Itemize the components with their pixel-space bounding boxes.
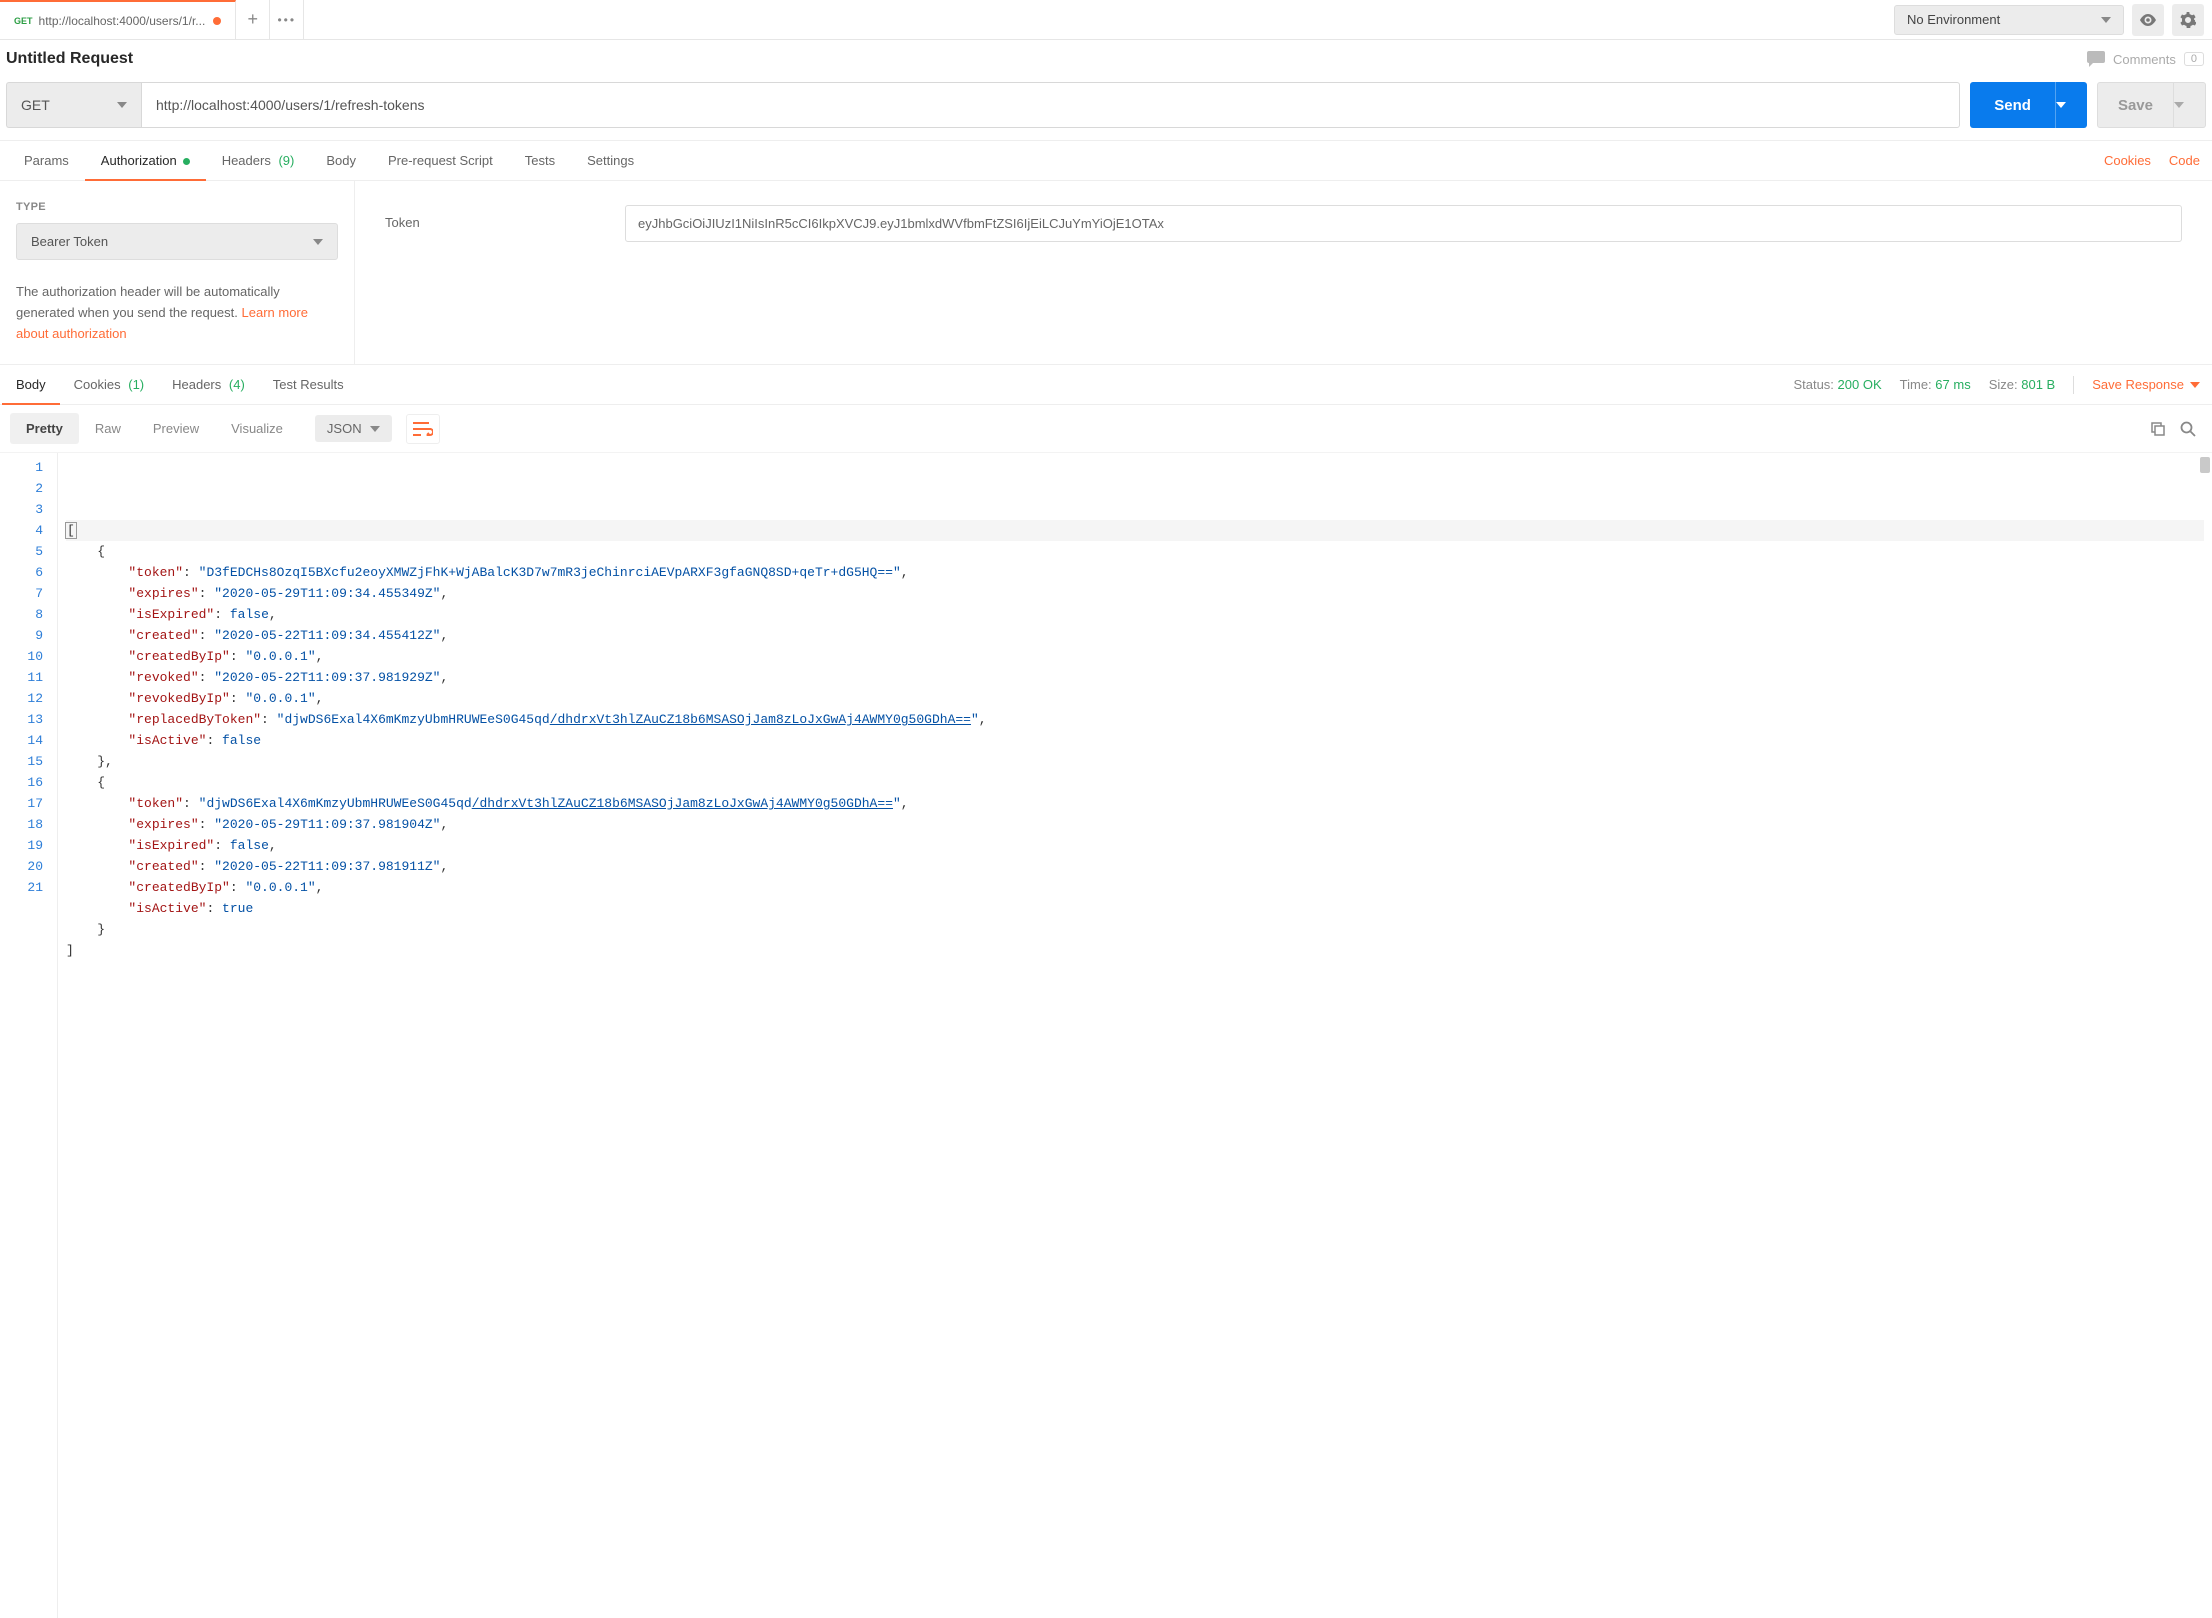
response-tabs: Body Cookies (1) Headers (4) Test Result… <box>0 365 2212 405</box>
view-visualize[interactable]: Visualize <box>215 413 299 444</box>
environment-select[interactable]: No Environment <box>1894 5 2124 35</box>
auth-type-value: Bearer Token <box>31 234 108 249</box>
method-value: GET <box>21 97 50 113</box>
copy-button[interactable] <box>2150 421 2166 437</box>
chevron-down-icon <box>117 102 127 108</box>
auth-type-label: TYPE <box>16 201 338 213</box>
wrap-lines-button[interactable] <box>406 414 440 444</box>
resp-tab-cookies-label: Cookies <box>74 377 121 392</box>
method-badge: GET <box>14 16 33 26</box>
title-row: Untitled Request Comments 0 <box>0 40 2212 76</box>
copy-icon <box>2150 421 2166 437</box>
size-meta: Size: 801 B <box>1989 377 2056 392</box>
tab-bar: GET http://localhost:4000/users/1/r... +… <box>0 0 2212 40</box>
tab-prerequest[interactable]: Pre-request Script <box>372 141 509 180</box>
tab-params[interactable]: Params <box>8 141 85 180</box>
save-response-label: Save Response <box>2092 377 2184 392</box>
resp-tab-cookies[interactable]: Cookies (1) <box>60 365 158 404</box>
active-dot-icon <box>183 158 190 165</box>
code-content[interactable]: [ { "token": "D3fEDCHs8OzqI5BXcfu2eoyXMW… <box>58 453 2212 1618</box>
request-row: GET Send Save <box>0 76 2212 141</box>
resp-cookies-count: (1) <box>128 377 144 392</box>
environment-label: No Environment <box>1907 12 2000 27</box>
tab-authorization[interactable]: Authorization <box>85 141 206 180</box>
view-raw[interactable]: Raw <box>79 413 137 444</box>
chevron-down-icon <box>313 239 323 245</box>
plus-icon: + <box>248 9 259 30</box>
new-tab-button[interactable]: + <box>236 0 270 39</box>
view-preview[interactable]: Preview <box>137 413 215 444</box>
eye-icon <box>2139 14 2157 26</box>
time-meta: Time: 67 ms <box>1900 377 1971 392</box>
tab-headers[interactable]: Headers (9) <box>206 141 311 180</box>
gear-icon <box>2180 12 2196 28</box>
search-icon <box>2180 421 2196 437</box>
tab-authorization-label: Authorization <box>101 153 177 168</box>
body-toolbar: Pretty Raw Preview Visualize JSON <box>0 405 2212 453</box>
resp-tab-tests[interactable]: Test Results <box>259 365 358 404</box>
environment-quicklook-button[interactable] <box>2132 4 2164 36</box>
resp-tab-body[interactable]: Body <box>2 365 60 404</box>
save-dropdown-button[interactable] <box>2174 82 2206 128</box>
cookies-link[interactable]: Cookies <box>2104 153 2151 168</box>
resp-tab-headers-label: Headers <box>172 377 221 392</box>
status-meta: Status: 200 OK <box>1793 377 1881 392</box>
send-dropdown-button[interactable] <box>2055 82 2087 128</box>
resp-tab-headers[interactable]: Headers (4) <box>158 365 259 404</box>
auth-panel: TYPE Bearer Token The authorization head… <box>0 181 2212 365</box>
chevron-down-icon <box>2056 102 2066 108</box>
comment-icon <box>2087 51 2105 67</box>
view-pretty[interactable]: Pretty <box>10 413 79 444</box>
tab-body[interactable]: Body <box>310 141 372 180</box>
headers-count: (9) <box>278 153 294 168</box>
tab-headers-label: Headers <box>222 153 271 168</box>
unsaved-dot-icon <box>213 17 221 25</box>
search-button[interactable] <box>2180 421 2196 437</box>
save-button[interactable]: Save <box>2097 82 2174 128</box>
ellipsis-icon: ••• <box>277 13 296 27</box>
method-dropdown[interactable]: GET <box>6 82 141 128</box>
line-gutter: 123456789101112131415161718192021 <box>0 453 58 1618</box>
separator <box>2073 376 2074 394</box>
tab-options-button[interactable]: ••• <box>270 0 304 39</box>
comments-count: 0 <box>2184 52 2204 66</box>
auth-help-body: The authorization header will be automat… <box>16 284 280 320</box>
auth-help-text: The authorization header will be automat… <box>16 282 338 344</box>
settings-button[interactable] <box>2172 4 2204 36</box>
tab-tests[interactable]: Tests <box>509 141 571 180</box>
token-input[interactable] <box>625 205 2182 242</box>
request-tabs: Params Authorization Headers (9) Body Pr… <box>0 141 2212 181</box>
chevron-down-icon <box>2101 17 2111 23</box>
code-link[interactable]: Code <box>2169 153 2200 168</box>
request-title[interactable]: Untitled Request <box>6 50 133 68</box>
save-response-button[interactable]: Save Response <box>2092 377 2200 392</box>
comments-label: Comments <box>2113 52 2176 67</box>
chevron-down-icon <box>370 426 380 432</box>
format-value: JSON <box>327 421 362 436</box>
chevron-down-icon <box>2174 102 2184 108</box>
send-button[interactable]: Send <box>1970 82 2055 128</box>
token-label: Token <box>385 205 585 230</box>
format-dropdown[interactable]: JSON <box>315 415 392 442</box>
comments-button[interactable]: Comments 0 <box>2087 51 2204 67</box>
auth-type-dropdown[interactable]: Bearer Token <box>16 223 338 260</box>
url-input[interactable] <box>141 82 1960 128</box>
tab-settings[interactable]: Settings <box>571 141 650 180</box>
scrollbar-thumb[interactable] <box>2200 457 2210 473</box>
resp-headers-count: (4) <box>229 377 245 392</box>
tab-title: http://localhost:4000/users/1/r... <box>39 14 206 28</box>
response-body: 123456789101112131415161718192021 [ { "t… <box>0 453 2212 1618</box>
chevron-down-icon <box>2190 382 2200 388</box>
wrap-icon <box>413 422 433 436</box>
request-tab[interactable]: GET http://localhost:4000/users/1/r... <box>0 0 236 39</box>
